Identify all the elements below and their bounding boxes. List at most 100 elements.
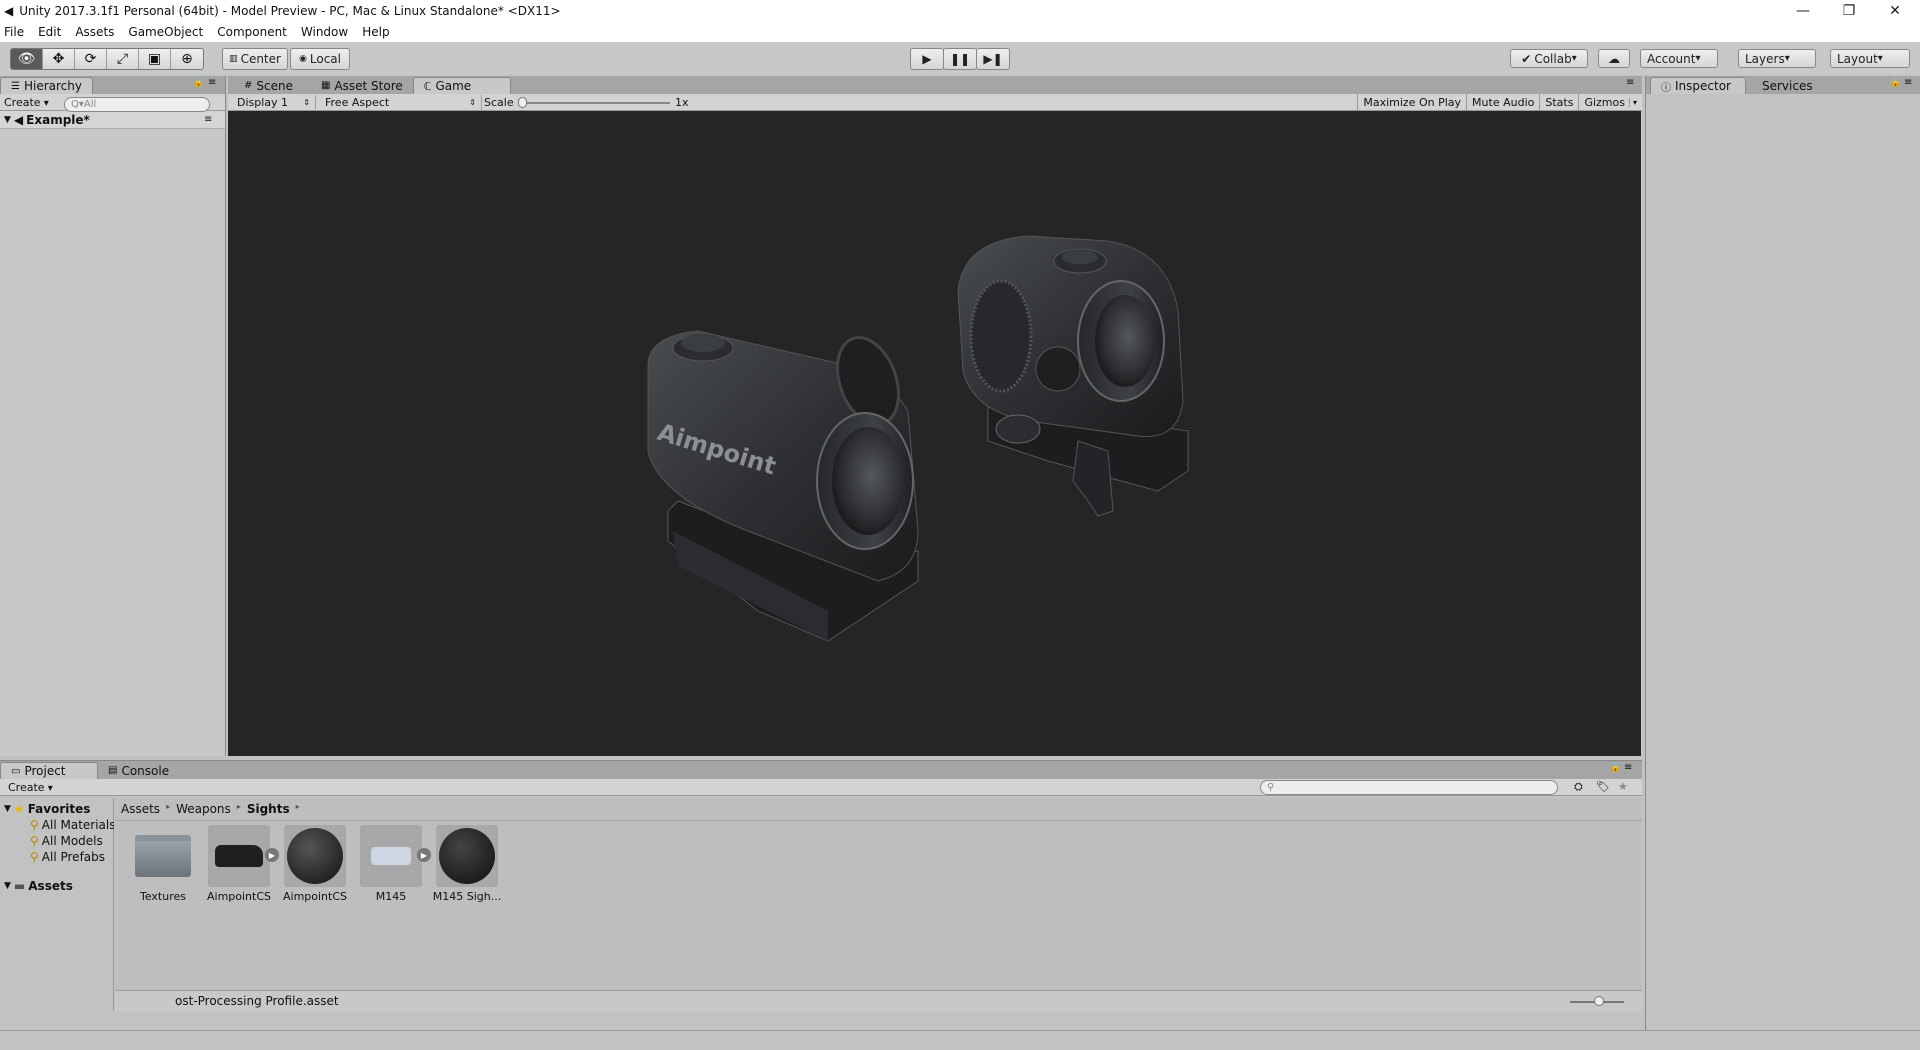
filter-type-icon[interactable]: ⛭	[1574, 780, 1583, 794]
asset-item[interactable]: Textures	[127, 825, 199, 903]
asset-item[interactable]: AimpointCS	[279, 825, 351, 903]
favorite-item[interactable]: ⚲ All Prefabs	[30, 850, 105, 864]
cloud-button[interactable]: ☁	[1598, 49, 1630, 68]
project-create-button[interactable]: Create	[8, 781, 53, 794]
scale-slider-track[interactable]	[520, 102, 670, 104]
menu-assets[interactable]: Assets	[75, 25, 114, 39]
center-tabstrip: # Scene ▦ Asset Store ℂ Game ≡	[228, 76, 1642, 94]
favorites-node[interactable]: ▼ ★ Favorites	[4, 802, 90, 816]
scene-menu-icon[interactable]: ≡	[204, 114, 212, 125]
foldout-arrow-icon[interactable]: ▼	[4, 115, 11, 125]
panel-menu-icon[interactable]: ≡	[1626, 77, 1634, 88]
filter-label-icon[interactable]: 🏷	[1596, 780, 1610, 793]
tab-inspector[interactable]: ⓘ Inspector	[1650, 77, 1746, 94]
project-search-input[interactable]: ⚲	[1260, 780, 1558, 795]
tab-game[interactable]: ℂ Game	[412, 77, 511, 94]
breadcrumb: Assets ▸ Weapons ▸ Sights ▸	[121, 802, 300, 816]
play-button[interactable]: ▶	[910, 48, 944, 70]
stats-toggle[interactable]: Stats	[1539, 94, 1578, 110]
tab-asset-store[interactable]: ▦ Asset Store	[311, 77, 413, 94]
search-icon: ⚲	[1267, 782, 1275, 793]
expand-arrow-icon[interactable]: ▶	[265, 848, 279, 862]
lock-icon[interactable]: 🔒	[193, 78, 204, 88]
menu-file[interactable]: File	[4, 25, 24, 39]
menu-help[interactable]: Help	[362, 25, 389, 39]
hierarchy-search-input[interactable]: Q▾ All	[64, 97, 210, 112]
hierarchy-create-button[interactable]: Create	[4, 96, 49, 109]
updown-icon: ⇕	[303, 98, 310, 107]
display-dropdown[interactable]: Display 1 ⇕	[232, 95, 316, 110]
tab-inspector-label: Inspector	[1675, 79, 1731, 93]
asset-item[interactable]: ▶ M145	[355, 825, 431, 903]
favorite-star-icon[interactable]: ★	[1618, 780, 1628, 793]
pivot-local-button[interactable]: ◉ Local	[290, 48, 350, 70]
gizmos-label: Gizmos	[1584, 95, 1625, 109]
layers-dropdown[interactable]: Layers	[1738, 49, 1816, 68]
restore-button[interactable]: ❐	[1826, 0, 1872, 22]
inspector-tabstrip: ⓘ Inspector Services 🔒 ≡	[1646, 76, 1920, 94]
tab-hierarchy[interactable]: ☰ Hierarchy	[0, 77, 93, 94]
window-title: Unity 2017.3.1f1 Personal (64bit) - Mode…	[19, 4, 561, 18]
menu-edit[interactable]: Edit	[38, 25, 61, 39]
asset-label: AimpointCS	[282, 890, 347, 903]
rect-tool-icon[interactable]: ▣	[139, 49, 171, 69]
cloud-icon: ☁	[1608, 51, 1620, 66]
close-button[interactable]: ✕	[1872, 0, 1918, 22]
transform-tool-icon[interactable]: ⊕	[171, 49, 203, 69]
maximize-on-play-toggle[interactable]: Maximize On Play	[1357, 94, 1466, 110]
account-dropdown[interactable]: Account	[1640, 49, 1718, 68]
transform-tools: 👁 ✥ ⟳ ⤢ ▣ ⊕	[10, 48, 204, 70]
rotate-tool-icon[interactable]: ⟳	[75, 49, 107, 69]
menu-window[interactable]: Window	[301, 25, 348, 39]
scene-row[interactable]: ▼ ◀ Example* ≡	[0, 111, 225, 129]
panel-menu-icon[interactable]: ≡	[1904, 77, 1912, 88]
favorite-item[interactable]: ⚲ All Materials	[30, 818, 114, 832]
panel-menu-icon[interactable]: ≡	[208, 77, 216, 88]
tab-scene-label: Scene	[256, 78, 293, 93]
divider	[115, 820, 1642, 821]
tab-asset-store-label: Asset Store	[334, 78, 403, 93]
updown-icon: ⇕	[469, 98, 476, 107]
favorite-item[interactable]: ⚲ All Models	[30, 834, 103, 848]
info-icon: ⓘ	[1661, 82, 1671, 94]
scale-tool-icon[interactable]: ⤢	[107, 49, 139, 69]
tab-console[interactable]: ▤ Console	[98, 762, 179, 779]
pause-button[interactable]: ❚❚	[943, 48, 977, 70]
tab-console-label: Console	[121, 763, 170, 778]
tab-project[interactable]: ▭ Project	[0, 762, 98, 779]
aspect-dropdown[interactable]: Free Aspect ⇕	[320, 95, 482, 110]
layout-dropdown[interactable]: Layout	[1830, 49, 1910, 68]
space-label: Local	[309, 52, 341, 66]
asset-label: M145	[375, 890, 407, 903]
mute-audio-toggle[interactable]: Mute Audio	[1466, 94, 1539, 110]
hierarchy-tabstrip: ☰ Hierarchy 🔒 ≡	[0, 76, 225, 94]
local-icon: ◉	[299, 54, 307, 64]
expand-arrow-icon[interactable]: ▶	[417, 848, 431, 862]
step-button[interactable]: ▶❚	[976, 48, 1010, 70]
asset-item[interactable]: ▶ AimpointCS	[203, 825, 279, 903]
move-tool-icon[interactable]: ✥	[43, 49, 75, 69]
favorite-item-label: All Models	[41, 834, 103, 848]
lock-icon[interactable]: 🔒	[1610, 763, 1621, 773]
tab-services[interactable]: Services	[1752, 77, 1823, 94]
thumbnail-size-thumb[interactable]	[1594, 996, 1604, 1006]
search-icon: ⚲	[30, 818, 39, 832]
gizmos-toggle[interactable]: Gizmos ▾	[1578, 94, 1642, 110]
panel-menu-icon[interactable]: ≡	[1624, 762, 1632, 773]
scale-slider-thumb[interactable]	[518, 97, 527, 108]
collab-dropdown[interactable]: ✔ Collab	[1510, 49, 1588, 68]
tab-scene[interactable]: # Scene	[234, 77, 303, 94]
breadcrumb-assets[interactable]: Assets	[121, 802, 160, 816]
asset-item[interactable]: M145 Sigh...	[431, 825, 503, 903]
lock-icon[interactable]: 🔒	[1890, 78, 1901, 88]
menu-gameobject[interactable]: GameObject	[128, 25, 203, 39]
menu-component[interactable]: Component	[217, 25, 287, 39]
game-viewport[interactable]: Aimpoint	[228, 111, 1641, 756]
assets-node[interactable]: ▼ ▬ Assets	[4, 879, 73, 893]
favorite-item-label: All Prefabs	[41, 850, 106, 864]
minimize-button[interactable]: —	[1780, 0, 1826, 22]
breadcrumb-sights[interactable]: Sights	[247, 802, 290, 816]
breadcrumb-weapons[interactable]: Weapons	[176, 802, 231, 816]
view-tool-icon[interactable]: 👁	[11, 49, 43, 69]
pivot-center-button[interactable]: ▥ Center	[222, 48, 288, 70]
